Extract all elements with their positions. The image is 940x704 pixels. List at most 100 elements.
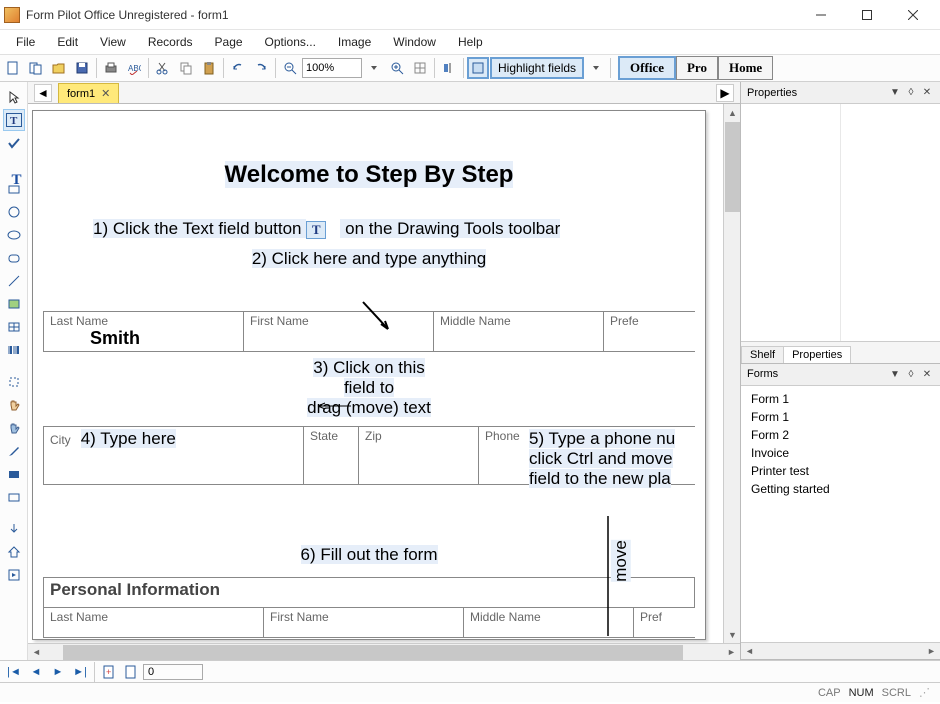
pref-label[interactable]: Prefe	[604, 312, 696, 352]
new-icon[interactable]	[2, 57, 24, 79]
tab-scroll-left-icon[interactable]: ◄	[34, 84, 52, 102]
list-item[interactable]: Getting started	[741, 480, 940, 498]
table-tool-icon[interactable]	[3, 316, 25, 338]
eraser-tool-icon[interactable]	[3, 417, 25, 439]
first-name-label[interactable]: First Name	[244, 312, 434, 352]
menu-image[interactable]: Image	[328, 32, 381, 52]
page-navigation-bar: |◄ ◄ ► ►| + 0	[0, 660, 940, 682]
copy-icon[interactable]	[175, 57, 197, 79]
horizontal-scrollbar[interactable]: ◄ ►	[28, 643, 740, 660]
state-label[interactable]: State	[304, 427, 359, 485]
menu-edit[interactable]: Edit	[47, 32, 88, 52]
forms-hscroll[interactable]: ◄ ►	[741, 642, 940, 659]
page-number-input[interactable]: 0	[143, 664, 203, 680]
align-icon[interactable]	[438, 57, 460, 79]
zoom-dropdown-icon[interactable]	[363, 57, 385, 79]
menu-help[interactable]: Help	[448, 32, 493, 52]
panel-dropdown-icon[interactable]: ▼	[888, 367, 902, 381]
tab-form1[interactable]: form1 ✕	[58, 83, 119, 103]
panel-dropdown-icon[interactable]: ▼	[888, 86, 902, 100]
outline-rect-icon[interactable]	[3, 486, 25, 508]
send-back-icon[interactable]	[3, 518, 25, 540]
open-icon[interactable]	[48, 57, 70, 79]
next-page-icon[interactable]: ►	[48, 663, 68, 681]
document-viewport[interactable]: Welcome to Step By Step 1) Click the Tex…	[28, 104, 723, 643]
vertical-scrollbar[interactable]: ▲ ▼	[723, 104, 740, 643]
mode-office-button[interactable]: Office	[618, 56, 676, 80]
list-item[interactable]: Printer test	[741, 462, 940, 480]
print-icon[interactable]	[100, 57, 122, 79]
circle-tool-icon[interactable]	[3, 201, 25, 223]
first-page-icon[interactable]: |◄	[4, 663, 24, 681]
text-tool-icon[interactable]: T	[3, 155, 25, 177]
panel-pin-icon[interactable]: ◊	[904, 86, 918, 100]
ellipse-tool-icon[interactable]	[3, 224, 25, 246]
hscroll-thumb[interactable]	[63, 645, 683, 660]
list-item[interactable]: Invoice	[741, 444, 940, 462]
tab-close-icon[interactable]: ✕	[101, 87, 110, 100]
panel-close-icon[interactable]: ✕	[920, 86, 934, 100]
menu-options[interactable]: Options...	[255, 32, 326, 52]
panel-pin-icon[interactable]: ◊	[904, 367, 918, 381]
rounded-rect-tool-icon[interactable]	[3, 247, 25, 269]
list-item[interactable]: Form 1	[741, 408, 940, 426]
highlight-fields-button[interactable]: Highlight fields	[490, 57, 584, 79]
menu-view[interactable]: View	[90, 32, 136, 52]
pen-tool-icon[interactable]	[3, 440, 25, 462]
hand-tool-icon[interactable]	[3, 394, 25, 416]
redo-icon[interactable]	[250, 57, 272, 79]
image-tool-icon[interactable]	[3, 293, 25, 315]
list-item[interactable]: Form 2	[741, 426, 940, 444]
pointer-tool-icon[interactable]	[3, 86, 25, 108]
close-button[interactable]	[890, 0, 936, 30]
grid-icon[interactable]	[409, 57, 431, 79]
menu-page[interactable]: Page	[205, 32, 253, 52]
maximize-button[interactable]	[844, 0, 890, 30]
mode-home-button[interactable]: Home	[718, 56, 773, 80]
crop-tool-icon[interactable]	[3, 371, 25, 393]
resize-grip-icon[interactable]: ⋰	[919, 686, 930, 699]
undo-icon[interactable]	[227, 57, 249, 79]
scroll-right-icon[interactable]: ►	[723, 644, 740, 660]
last-page-icon[interactable]: ►|	[70, 663, 90, 681]
fill-rect-icon[interactable]	[3, 463, 25, 485]
highlight-dropdown-icon[interactable]	[585, 57, 607, 79]
zoom-in-icon[interactable]	[386, 57, 408, 79]
tab-shelf[interactable]: Shelf	[741, 346, 784, 363]
add-page-icon[interactable]: +	[99, 663, 119, 681]
home-icon[interactable]	[3, 541, 25, 563]
menu-file[interactable]: File	[6, 32, 45, 52]
tab-scroll-right-icon[interactable]: ▶	[716, 84, 734, 102]
last-name-value[interactable]: Smith	[50, 328, 237, 349]
city-label: City	[50, 433, 71, 447]
new-doc-icon[interactable]	[25, 57, 47, 79]
highlight-mode-icon[interactable]	[467, 57, 489, 79]
zoom-out-icon[interactable]	[279, 57, 301, 79]
scroll-down-icon[interactable]: ▼	[724, 626, 741, 643]
paste-icon[interactable]	[198, 57, 220, 79]
spellcheck-icon[interactable]: ABC	[123, 57, 145, 79]
scroll-left-icon[interactable]: ◄	[28, 644, 45, 660]
cut-icon[interactable]	[152, 57, 174, 79]
city-value[interactable]: 4) Type here	[81, 429, 176, 448]
menu-window[interactable]: Window	[383, 32, 446, 52]
scroll-thumb[interactable]	[725, 122, 740, 212]
page-icon[interactable]	[121, 663, 141, 681]
zip-label[interactable]: Zip	[359, 427, 479, 485]
mode-pro-button[interactable]: Pro	[676, 56, 718, 80]
middle-name-label[interactable]: Middle Name	[434, 312, 604, 352]
menu-records[interactable]: Records	[138, 32, 203, 52]
panel-close-icon[interactable]: ✕	[920, 367, 934, 381]
barcode-tool-icon[interactable]	[3, 339, 25, 361]
zoom-input[interactable]	[302, 58, 362, 78]
form-nav-icon[interactable]	[3, 564, 25, 586]
line-tool-icon[interactable]	[3, 270, 25, 292]
checkmark-tool-icon[interactable]	[3, 132, 25, 154]
text-field-tool-icon[interactable]: T	[3, 109, 25, 131]
prev-page-icon[interactable]: ◄	[26, 663, 46, 681]
scroll-up-icon[interactable]: ▲	[724, 104, 741, 121]
save-icon[interactable]	[71, 57, 93, 79]
tab-properties[interactable]: Properties	[783, 346, 851, 363]
list-item[interactable]: Form 1	[741, 390, 940, 408]
minimize-button[interactable]	[798, 0, 844, 30]
